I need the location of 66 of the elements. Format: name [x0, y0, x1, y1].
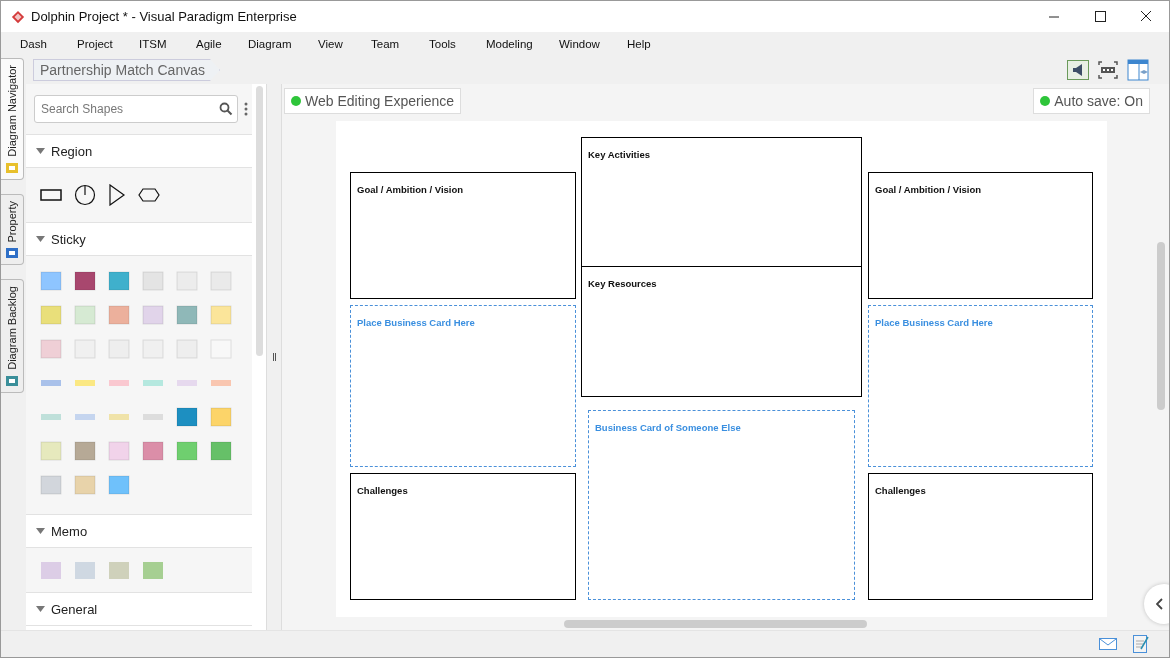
diagram-shape[interactable]: Goal / Ambition / Vision — [350, 172, 576, 299]
memo-icon[interactable] — [142, 560, 164, 582]
caret-icon[interactable] — [36, 528, 45, 534]
memo-icon[interactable] — [74, 560, 96, 582]
tab-icon — [5, 374, 19, 389]
scrollbar-thumb[interactable] — [1157, 242, 1165, 410]
caret-icon[interactable] — [36, 236, 45, 242]
menu-item[interactable]: Tools — [429, 38, 486, 50]
editing-badge[interactable]: Web Editing Experience — [284, 88, 462, 114]
caret-icon[interactable] — [36, 148, 45, 154]
side-tab[interactable]: Diagram Backlog — [1, 279, 24, 394]
chevron-icon — [1156, 598, 1164, 610]
side-tab[interactable]: Property — [1, 193, 24, 266]
diagram-shape[interactable]: Key Activities — [581, 137, 862, 267]
more-icon[interactable] — [244, 101, 248, 117]
side-tab[interactable]: Diagram Navigator — [1, 58, 24, 180]
menu-item[interactable]: Window — [559, 38, 627, 50]
memo-icon[interactable] — [40, 560, 62, 582]
menu-item[interactable]: Team — [371, 38, 429, 50]
diagram-shape[interactable]: Place Business Card Here — [868, 305, 1093, 467]
menu-item[interactable]: Diagram — [248, 38, 318, 50]
tab-icon — [5, 160, 19, 175]
diagram-shape[interactable]: Business Card of Someone Else — [588, 410, 855, 600]
caret-icon[interactable] — [36, 606, 45, 612]
diagram-shape[interactable]: Place Business Card Here — [350, 305, 576, 467]
section-header[interactable]: Sticky — [26, 222, 252, 256]
scrollbar-thumb[interactable] — [564, 620, 867, 628]
section-header[interactable]: General — [26, 592, 252, 626]
sticky-note-icon[interactable] — [210, 440, 232, 462]
menu-item[interactable]: View — [318, 38, 371, 50]
sticky-note-icon[interactable] — [74, 440, 96, 462]
triangle-icon[interactable] — [108, 184, 126, 206]
note-icon[interactable] — [1133, 635, 1149, 653]
menu-item[interactable]: Agile — [196, 38, 248, 50]
menu-item[interactable]: Project — [77, 38, 139, 50]
megaphone-icon[interactable] — [1067, 60, 1089, 80]
sticky-note-icon[interactable] — [176, 406, 198, 428]
diagram-shape[interactable]: Challenges — [868, 473, 1093, 600]
fit-icon[interactable] — [1097, 60, 1119, 80]
menu-item[interactable]: Help — [627, 38, 667, 50]
sticky-note-icon[interactable] — [108, 270, 130, 292]
sticky-note-icon[interactable] — [74, 270, 96, 292]
scrollbar-thumb[interactable] — [255, 86, 263, 356]
menu-item[interactable]: ITSM — [139, 38, 196, 50]
hexagon-icon[interactable] — [138, 188, 160, 202]
search-icon[interactable] — [219, 102, 233, 116]
breadcrumb[interactable]: Partnership Match Canvas — [33, 59, 220, 81]
clock-icon[interactable] — [74, 184, 96, 206]
diagram-shape[interactable]: Key Resources — [581, 266, 862, 397]
autosave-badge[interactable]: Auto save: On — [1033, 88, 1150, 114]
diagram-shape[interactable]: Goal / Ambition / Vision — [868, 172, 1093, 299]
logo-icon — [11, 9, 25, 24]
menu-item[interactable]: Dash — [20, 38, 77, 50]
diagram-shape[interactable]: Challenges — [350, 473, 576, 600]
splitter-handle[interactable] — [272, 353, 276, 361]
search-field[interactable]: Search Shapes — [34, 95, 238, 123]
layers-icon[interactable] — [1127, 59, 1149, 81]
sticky-note-icon[interactable] — [142, 440, 164, 462]
section-header[interactable]: Region — [26, 134, 252, 168]
rectangle-icon[interactable] — [40, 189, 62, 201]
memo-icon[interactable] — [108, 560, 130, 582]
section-header[interactable]: Memo — [26, 514, 252, 548]
menu-item[interactable]: Modeling — [486, 38, 559, 50]
tab-icon — [5, 246, 19, 261]
window-title: Dolphin Project * - Visual Paradigm Enterprise — [31, 9, 297, 24]
mail-icon[interactable] — [1099, 638, 1117, 650]
